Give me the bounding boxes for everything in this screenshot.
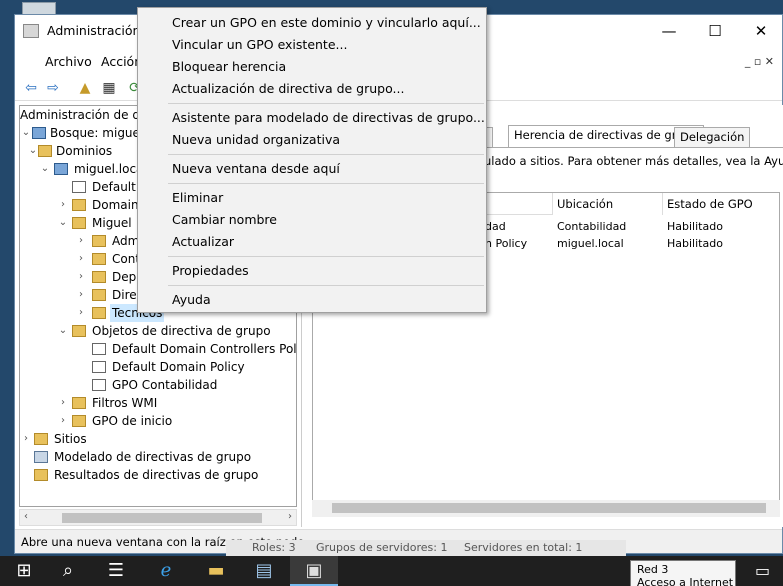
close-button[interactable]: ✕	[738, 15, 783, 47]
table-cell-location[interactable]: miguel.local	[557, 237, 624, 250]
ou-icon	[72, 217, 86, 229]
menu-item-gp-update[interactable]: Actualización de directiva de grupo...	[172, 79, 404, 99]
scroll-right-icon[interactable]: ›	[288, 511, 292, 522]
tree-horizontal-scrollbar[interactable]: ‹ ›	[19, 509, 297, 526]
menu-item-block-inheritance[interactable]: Bloquear herencia	[172, 57, 286, 77]
server-manager-icon[interactable]: ▤	[240, 556, 288, 586]
menu-item-link-gpo[interactable]: Vincular un GPO existente...	[172, 35, 347, 55]
gpo-icon	[92, 343, 106, 355]
menu-accion[interactable]: Acción	[101, 54, 142, 69]
app-icon	[23, 24, 39, 38]
folder-icon	[38, 145, 52, 157]
folder-icon	[72, 397, 86, 409]
task-view-icon[interactable]: ☰	[92, 556, 140, 586]
menu-separator	[168, 103, 484, 104]
table-cell-status[interactable]: Habilitado	[667, 237, 723, 250]
menu-item-create-gpo[interactable]: Crear un GPO en este dominio y vincularl…	[172, 13, 481, 33]
show-hide-tree-icon[interactable]: ▦	[99, 78, 119, 98]
gpo-link-icon	[72, 181, 86, 193]
ou-icon	[92, 253, 106, 265]
forest-icon	[32, 127, 46, 139]
ou-icon	[92, 289, 106, 301]
scroll-thumb[interactable]	[332, 503, 766, 513]
ou-icon	[92, 235, 106, 247]
roles-count: Roles: 3	[252, 541, 296, 554]
menu-archivo[interactable]: Archivo	[45, 54, 92, 69]
scroll-thumb[interactable]	[62, 513, 262, 523]
network-tooltip: Red 3 Acceso a Internet	[630, 560, 736, 586]
results-icon	[34, 469, 48, 481]
back-arrow-icon[interactable]: ⇦	[21, 78, 41, 98]
table-cell-name[interactable]: n Policy	[485, 237, 527, 250]
gpo-icon	[92, 361, 106, 373]
tab-delegation[interactable]: Delegación	[674, 127, 751, 147]
minimize-button[interactable]: —	[646, 15, 692, 47]
ie-icon[interactable]: ℯ	[142, 556, 190, 586]
menu-item-new-window[interactable]: Nueva ventana desde aquí	[172, 159, 340, 179]
menu-separator	[168, 154, 484, 155]
menu-item-modeling-wizard[interactable]: Asistente para modelado de directivas de…	[172, 108, 485, 128]
tooltip-network-name: Red 3	[637, 563, 669, 576]
domain-icon	[54, 163, 68, 175]
groups-count: Grupos de servidores: 1	[316, 541, 448, 554]
notification-icon[interactable]: ▭	[742, 556, 783, 586]
folder-icon	[72, 415, 86, 427]
menu-item-refresh[interactable]: Actualizar	[172, 232, 234, 252]
gpo-icon	[92, 379, 106, 391]
ou-icon	[72, 199, 86, 211]
inner-window-controls[interactable]: _ ▫ ✕	[745, 55, 774, 68]
info-text: ulado a sitios. Para obtener más detalle…	[484, 154, 783, 168]
modeling-icon	[34, 451, 48, 463]
search-icon[interactable]: ⌕	[44, 556, 92, 586]
up-folder-icon[interactable]: ▲	[75, 78, 95, 98]
context-menu: Crear un GPO en este dominio y vincularl…	[137, 7, 487, 313]
table-horizontal-scrollbar[interactable]	[312, 500, 780, 517]
explorer-icon[interactable]: ▬	[192, 556, 240, 586]
menu-item-new-ou[interactable]: Nueva unidad organizativa	[172, 130, 340, 150]
folder-icon	[72, 325, 86, 337]
server-manager-strip: Roles: 3 Grupos de servidores: 1 Servido…	[226, 540, 626, 556]
maximize-button[interactable]: ☐	[692, 15, 738, 47]
menu-item-properties[interactable]: Propiedades	[172, 261, 249, 281]
table-cell-location[interactable]: Contabilidad	[557, 220, 626, 233]
gpmc-icon[interactable]: ▣	[290, 556, 338, 586]
ou-icon	[92, 307, 106, 319]
forward-arrow-icon[interactable]: ⇨	[43, 78, 63, 98]
menu-separator	[168, 183, 484, 184]
table-cell-status[interactable]: Habilitado	[667, 220, 723, 233]
servers-count: Servidores en total: 1	[464, 541, 583, 554]
table-cell-name[interactable]: dad	[485, 220, 506, 233]
tooltip-network-status: Acceso a Internet	[637, 576, 734, 586]
menu-item-rename[interactable]: Cambiar nombre	[172, 210, 277, 230]
menu-separator	[168, 285, 484, 286]
column-header-location[interactable]: Ubicación	[553, 193, 663, 215]
menu-item-help[interactable]: Ayuda	[172, 290, 211, 310]
folder-icon	[34, 433, 48, 445]
scroll-left-icon[interactable]: ‹	[24, 511, 28, 522]
ou-icon	[92, 271, 106, 283]
column-header-status[interactable]: Estado de GPO	[663, 193, 781, 215]
menu-separator	[168, 256, 484, 257]
windows-icon[interactable]: ⊞	[0, 556, 48, 586]
menu-item-delete[interactable]: Eliminar	[172, 188, 223, 208]
